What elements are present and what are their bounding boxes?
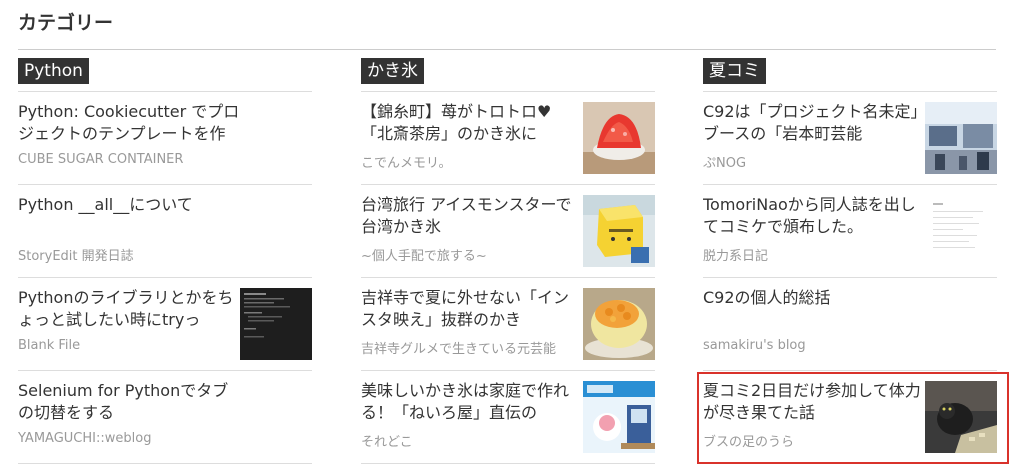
entry-thumbnail[interactable]: [925, 381, 997, 453]
category-column-kakigori: かき氷 【錦糸町】苺がトロトロ♥「北斎茶房」のかき氷に こでんメモリ。 台湾旅行…: [361, 58, 655, 464]
entry-item[interactable]: Pythonのライブラリとかをちょっと試したい時にtryっ Blank File: [18, 278, 312, 371]
entry-title[interactable]: Python: Cookiecutter でプロジェクトのテンプレートを作る: [18, 101, 240, 145]
entry-title[interactable]: Selenium for Pythonでタブの切替をする: [18, 380, 240, 424]
entry-item[interactable]: C92は「プロジェクト名未定」ブースの「岩本町芸能 ぷNOG: [703, 92, 997, 185]
entry-title[interactable]: 【錦糸町】苺がトロトロ♥「北斎茶房」のかき氷に: [361, 101, 583, 145]
entry-item[interactable]: 台湾旅行 アイスモンスターで台湾かき氷 ~個人手配で旅する~: [361, 185, 655, 278]
entry-item[interactable]: 夏コミ2日目だけ参加して体力が尽き果てた話 ブスの足のうら: [703, 371, 997, 464]
entry-item[interactable]: C92の個人的総括 samakiru's blog: [703, 278, 997, 371]
entry-site[interactable]: ぷNOG: [703, 152, 925, 171]
entry-item[interactable]: Python: Cookiecutter でプロジェクトのテンプレートを作る C…: [18, 92, 312, 185]
entry-item[interactable]: 吉祥寺で夏に外せない「インスタ映え」抜群のかき 吉祥寺グルメで生きている元芸能: [361, 278, 655, 371]
entry-thumbnail[interactable]: [925, 195, 997, 267]
entry-thumbnail[interactable]: [583, 195, 655, 267]
entry-title[interactable]: 美味しいかき氷は家庭で作れる！「ねいろ屋」直伝の: [361, 380, 583, 424]
entry-title[interactable]: TomoriNaoから同人誌を出してコミケで頒布した。: [703, 194, 925, 238]
entry-site[interactable]: StoryEdit 開発日誌: [18, 245, 240, 264]
entry-title[interactable]: C92は「プロジェクト名未定」ブースの「岩本町芸能: [703, 101, 925, 145]
category-column-python: Python Python: Cookiecutter でプロジェクトのテンプレ…: [18, 58, 312, 464]
entry-item[interactable]: 【錦糸町】苺がトロトロ♥「北斎茶房」のかき氷に こでんメモリ。: [361, 92, 655, 185]
entry-site[interactable]: Blank File: [18, 338, 240, 353]
entry-site[interactable]: 吉祥寺グルメで生きている元芸能: [361, 338, 583, 357]
entry-title[interactable]: Python __all__について: [18, 194, 240, 216]
entry-item[interactable]: Python __all__について StoryEdit 開発日誌: [18, 185, 312, 278]
entry-title[interactable]: 台湾旅行 アイスモンスターで台湾かき氷: [361, 194, 583, 238]
entry-site[interactable]: こでんメモリ。: [361, 152, 583, 171]
entry-thumbnail[interactable]: [583, 288, 655, 360]
entry-item[interactable]: Selenium for Pythonでタブの切替をする YAMAGUCHI::…: [18, 371, 312, 464]
category-label[interactable]: 夏コミ: [703, 58, 766, 84]
entry-title[interactable]: 吉祥寺で夏に外せない「インスタ映え」抜群のかき: [361, 287, 583, 331]
entry-site[interactable]: YAMAGUCHI::weblog: [18, 431, 240, 446]
page-title: カテゴリー: [18, 8, 996, 50]
entry-thumbnail[interactable]: [240, 288, 312, 360]
category-label[interactable]: かき氷: [361, 58, 424, 84]
entry-site[interactable]: ~個人手配で旅する~: [361, 245, 583, 264]
category-label[interactable]: Python: [18, 58, 89, 84]
entry-item[interactable]: 美味しいかき氷は家庭で作れる！「ねいろ屋」直伝の それどこ: [361, 371, 655, 464]
entry-site[interactable]: 脱力系日記: [703, 245, 925, 264]
entry-thumbnail[interactable]: [583, 102, 655, 174]
entry-title[interactable]: Pythonのライブラリとかをちょっと試したい時にtryっ: [18, 287, 240, 331]
entry-title[interactable]: 夏コミ2日目だけ参加して体力が尽き果てた話: [703, 380, 925, 424]
entry-title[interactable]: C92の個人的総括: [703, 287, 993, 309]
entry-item[interactable]: TomoriNaoから同人誌を出してコミケで頒布した。 脱力系日記: [703, 185, 997, 278]
category-column-natsucomi: 夏コミ C92は「プロジェクト名未定」ブースの「岩本町芸能 ぷNOG Tomor…: [703, 58, 997, 464]
entry-thumbnail[interactable]: [925, 102, 997, 174]
entry-site[interactable]: samakiru's blog: [703, 338, 925, 353]
entry-site[interactable]: それどこ: [361, 431, 583, 450]
entry-thumbnail[interactable]: [583, 381, 655, 453]
entry-site[interactable]: ブスの足のうら: [703, 431, 925, 450]
entry-site[interactable]: CUBE SUGAR CONTAINER: [18, 152, 240, 167]
